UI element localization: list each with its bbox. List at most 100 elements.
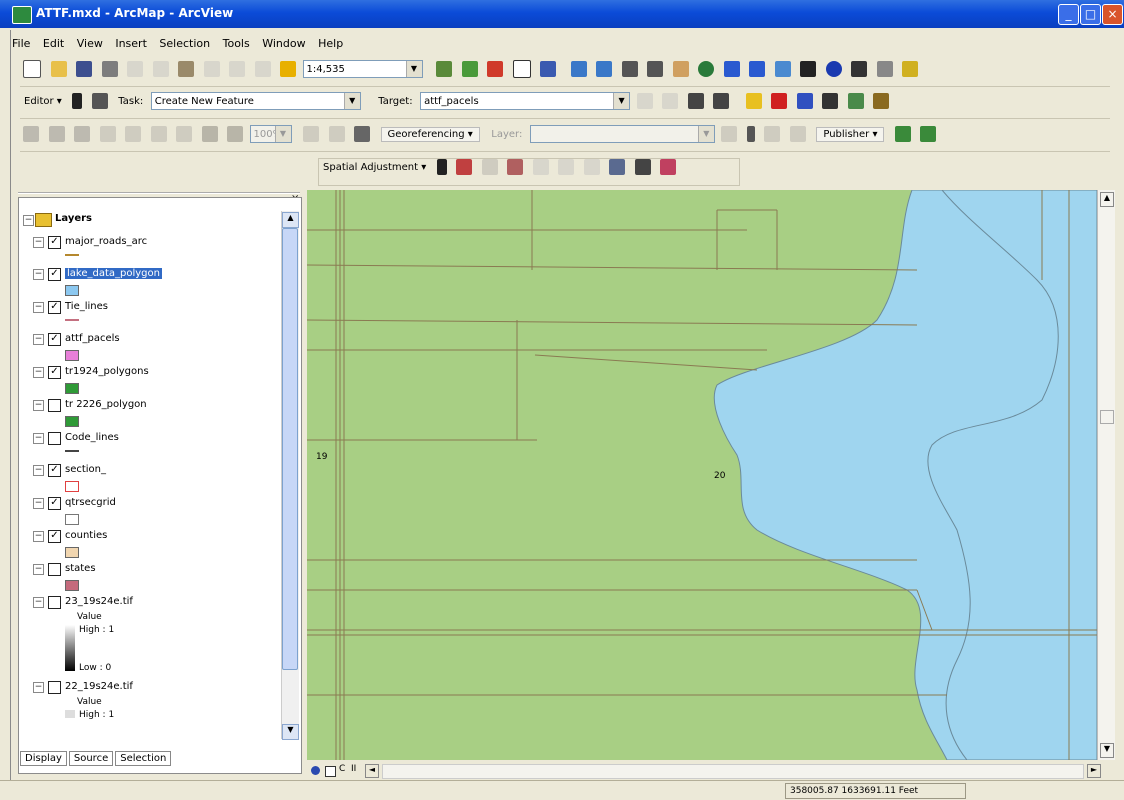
map-scroll-thumb[interactable] xyxy=(1100,410,1114,424)
layer-name[interactable]: counties xyxy=(65,530,107,541)
layer-name[interactable]: Tie_lines xyxy=(65,301,108,312)
georeferencing-menu-button[interactable]: Georeferencing ▾ xyxy=(380,126,480,142)
layer-name[interactable]: 22_19s24e.tif xyxy=(65,681,133,692)
collapse-icon[interactable]: − xyxy=(33,564,44,575)
print-icon[interactable] xyxy=(101,61,118,77)
open-folder-icon[interactable] xyxy=(50,61,67,77)
data-view-globe-icon[interactable] xyxy=(311,766,320,775)
arctoolbox-icon[interactable] xyxy=(487,61,503,77)
refresh-icon[interactable]: C xyxy=(339,764,345,774)
layer-row[interactable]: − ✓ counties xyxy=(19,528,279,546)
collapse-icon[interactable]: − xyxy=(33,433,44,444)
tab-source[interactable]: Source xyxy=(68,751,114,766)
zoom-out-icon[interactable] xyxy=(596,61,612,77)
new-file-icon[interactable] xyxy=(745,93,762,109)
layer-row[interactable]: − ✓ major_roads_arc xyxy=(19,234,279,252)
sketch-properties-icon[interactable] xyxy=(713,93,730,109)
map-scale-combo[interactable]: 1:4,535 ▼ xyxy=(302,60,423,78)
menu-help[interactable]: Help xyxy=(318,37,343,50)
layer-row[interactable]: − ✓ qtrsecgrid xyxy=(19,495,279,513)
georef-layer-icon[interactable] xyxy=(354,126,370,142)
menu-edit[interactable]: Edit xyxy=(43,37,64,50)
find-binoculars-icon[interactable] xyxy=(851,61,867,77)
georef-layer-combo[interactable]: ▼ xyxy=(529,125,715,143)
new-document-icon[interactable] xyxy=(23,60,41,78)
editor-toolbar-icon[interactable] xyxy=(436,61,452,77)
link-table-icon[interactable] xyxy=(609,159,626,175)
forward-arrow-icon[interactable] xyxy=(749,61,765,77)
layer-name[interactable]: tr 2226_polygon xyxy=(65,399,147,410)
scroll-down-icon[interactable]: ▼ xyxy=(282,724,299,740)
publish-icon[interactable] xyxy=(894,126,911,142)
chevron-down-icon[interactable]: ▼ xyxy=(274,126,291,142)
menu-view[interactable]: View xyxy=(77,37,103,50)
publisher-tool-icon[interactable] xyxy=(920,126,937,142)
menu-insert[interactable]: Insert xyxy=(115,37,147,50)
rotate-icon[interactable] xyxy=(721,126,738,142)
new-displacement-link-icon[interactable] xyxy=(456,159,473,175)
layer-row[interactable]: − ✓ Tie_lines xyxy=(19,299,279,317)
split-tool-icon[interactable] xyxy=(636,93,653,109)
adjustment-properties-icon[interactable] xyxy=(660,159,677,175)
layer-visibility-checkbox[interactable] xyxy=(48,399,61,412)
task-combo[interactable]: Create New Feature ▼ xyxy=(150,92,361,110)
collapse-icon[interactable]: − xyxy=(33,597,44,608)
layer-row[interactable]: − ✓ lake_data_polygon xyxy=(19,266,279,284)
layer-row[interactable]: − states xyxy=(19,561,279,579)
collapse-icon[interactable]: − xyxy=(23,215,34,226)
layer-row[interactable]: − tr 2226_polygon xyxy=(19,397,279,415)
layer-visibility-checkbox[interactable]: ✓ xyxy=(48,236,61,249)
edit-tool-arrow-icon[interactable] xyxy=(72,93,83,109)
collapse-icon[interactable]: − xyxy=(33,269,44,280)
layer-name[interactable]: qtrsecgrid xyxy=(65,497,116,508)
menu-selection[interactable]: Selection xyxy=(159,37,210,50)
pause-icon[interactable]: II xyxy=(351,764,356,774)
layer-visibility-checkbox[interactable]: ✓ xyxy=(48,464,61,477)
grid-tool-icon[interactable] xyxy=(99,126,116,142)
editor-menu-button[interactable]: Editor ▾ xyxy=(24,96,62,107)
chevron-down-icon[interactable]: ▼ xyxy=(697,126,714,142)
grid-tool-icon[interactable] xyxy=(176,126,192,142)
layer-visibility-checkbox[interactable] xyxy=(48,681,61,694)
multi-link-icon[interactable] xyxy=(481,159,498,175)
layer-row[interactable]: − 22_19s24e.tif xyxy=(19,679,279,697)
layer-tool-icon[interactable] xyxy=(48,126,65,142)
menu-window[interactable]: Window xyxy=(262,37,305,50)
chevron-down-icon[interactable] xyxy=(746,126,755,142)
undo-icon[interactable] xyxy=(229,61,245,77)
close-button[interactable]: × xyxy=(1102,4,1123,25)
tab-display[interactable]: Display xyxy=(20,751,67,766)
measure-icon[interactable] xyxy=(876,61,893,77)
map-icon[interactable] xyxy=(847,93,864,109)
layer-name[interactable]: attf_pacels xyxy=(65,333,120,344)
scroll-down-icon[interactable]: ▼ xyxy=(1100,743,1114,758)
select-arrow-icon[interactable] xyxy=(436,159,447,175)
map-horizontal-scrollbar[interactable] xyxy=(382,764,1084,779)
full-extent-globe-icon[interactable] xyxy=(698,61,714,77)
layer-visibility-checkbox[interactable]: ✓ xyxy=(48,530,61,543)
command-line-icon[interactable] xyxy=(512,60,531,78)
arccatalog-icon[interactable] xyxy=(461,61,478,77)
layout-tool-icon[interactable] xyxy=(303,126,319,142)
table-icon[interactable] xyxy=(822,93,839,109)
layer-name[interactable]: 23_19s24e.tif xyxy=(65,596,133,607)
layer-name[interactable]: lake_data_polygon xyxy=(65,268,162,279)
rotate-tool-icon[interactable] xyxy=(662,93,679,109)
fixed-zoom-in-icon[interactable] xyxy=(621,61,638,77)
minimize-button[interactable]: _ xyxy=(1058,4,1079,25)
toc-scroll-thumb[interactable] xyxy=(282,228,298,670)
collapse-icon[interactable]: − xyxy=(33,682,44,693)
save-icon[interactable] xyxy=(76,61,92,77)
spatial-adjustment-menu-button[interactable]: Spatial Adjustment ▾ xyxy=(323,162,426,173)
chevron-down-icon[interactable]: ▼ xyxy=(613,93,630,109)
layer-visibility-checkbox[interactable]: ✓ xyxy=(48,268,61,281)
collapse-icon[interactable]: − xyxy=(33,302,44,313)
cut-icon[interactable] xyxy=(127,61,143,77)
map-vertical-scrollbar[interactable]: ▲ ▼ xyxy=(1097,190,1115,760)
layer-row[interactable]: − ✓ tr1924_polygons xyxy=(19,364,279,382)
title-bar[interactable]: ATTF.mxd - ArcMap - ArcView _ □ × xyxy=(0,0,1124,28)
collapse-icon[interactable]: − xyxy=(33,498,44,509)
grid-tool-icon[interactable] xyxy=(125,126,141,142)
layout-tool-icon[interactable] xyxy=(201,126,218,142)
layer-visibility-checkbox[interactable] xyxy=(48,596,61,609)
